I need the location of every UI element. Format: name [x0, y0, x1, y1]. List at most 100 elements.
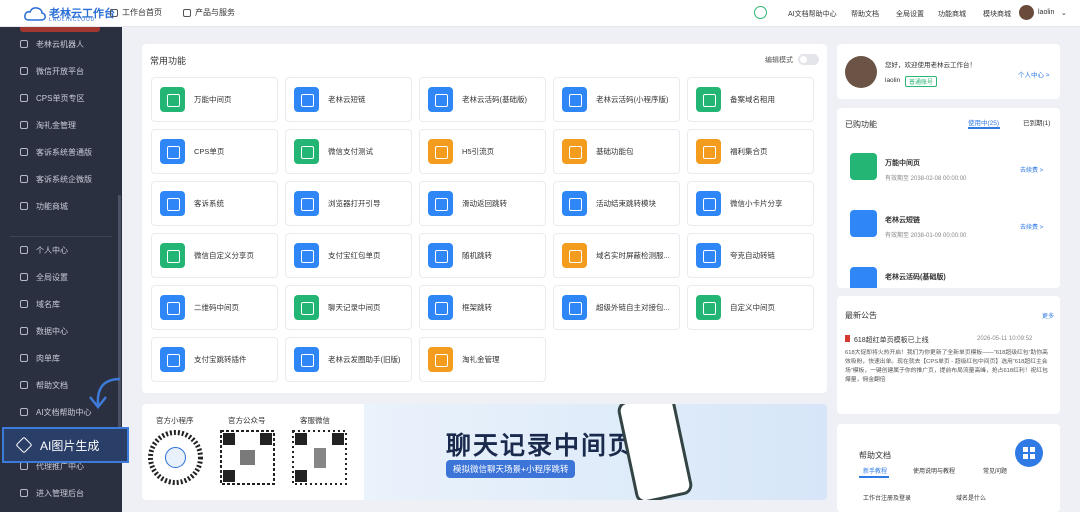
function-icon [696, 139, 721, 164]
function-label: H5引流页 [462, 147, 495, 156]
function-card[interactable]: 基础功能包 [553, 129, 680, 174]
function-card[interactable]: 备案域名租用 [687, 77, 814, 122]
sidebar-item-ai-image[interactable]: AI图片生成 [2, 427, 129, 463]
sidebar-item-label: 帮助文档 [36, 380, 68, 390]
tab-in-use[interactable]: 使用中(25) [968, 117, 999, 127]
sidebar-item[interactable]: 数据中心 [0, 318, 122, 344]
function-card[interactable]: 滑动返回跳转 [419, 181, 546, 226]
sidebar-item[interactable]: 肉单库 [0, 345, 122, 371]
function-card[interactable]: 支付宝跳转插件 [151, 337, 278, 382]
nav-help[interactable]: 帮助文档 [851, 9, 879, 19]
sidebar-item-label: 淘礼金管理 [36, 120, 76, 130]
function-card[interactable]: 二维码中间页 [151, 285, 278, 330]
function-card[interactable]: 微信支付测试 [285, 129, 412, 174]
sidebar-item[interactable]: 全局设置 [0, 264, 122, 290]
function-icon [696, 191, 721, 216]
common-functions-panel: 常用功能 编辑模式 万能中间页 老林云短链 老林云活码(基础版) 老林云活码(小程序版… [142, 44, 827, 393]
help-tab-faq[interactable]: 常见问题 [983, 466, 1007, 475]
function-card[interactable]: 淘礼金管理 [419, 337, 546, 382]
function-label: 微信自定义分享页 [194, 251, 254, 260]
function-card[interactable]: 浏览器打开引导 [285, 181, 412, 226]
phone-illustration [615, 404, 695, 500]
help-tab-usage[interactable]: 使用说明与教程 [913, 466, 955, 475]
renew-link[interactable]: 去续费 > [1020, 222, 1043, 231]
sidebar-item-icon [20, 121, 28, 129]
function-card[interactable]: 万能中间页 [151, 77, 278, 122]
function-card[interactable]: 支付宝红包单页 [285, 233, 412, 278]
sidebar-item[interactable]: 客诉系统普通版 [0, 139, 122, 165]
function-card[interactable]: 老林云活码(小程序版) [553, 77, 680, 122]
function-card[interactable]: 夸克自动转链 [687, 233, 814, 278]
sidebar-item[interactable]: 老林云机器人 [0, 31, 122, 57]
brand-logo[interactable]: 老林云工作台 LAOLINCLOUD [24, 4, 115, 24]
chevron-down-icon[interactable]: ⌄ [1061, 9, 1067, 17]
tab-expired[interactable]: 已到期(1) [1023, 117, 1050, 127]
function-card[interactable]: 微信自定义分享页 [151, 233, 278, 278]
function-label: 万能中间页 [194, 95, 232, 104]
cloud-logo-icon [24, 7, 46, 21]
section-title: 常用功能 [150, 56, 187, 66]
notice-more-link[interactable]: 更多 [1042, 311, 1054, 320]
function-label: 二维码中间页 [194, 303, 239, 312]
message-icon[interactable] [754, 6, 767, 19]
function-card[interactable]: H5引流页 [419, 129, 546, 174]
sidebar-item-label: 个人中心 [36, 245, 68, 255]
function-card[interactable]: 微信小卡片分享 [687, 181, 814, 226]
sidebar-item-label: 微信开放平台 [36, 66, 84, 76]
sidebar-item[interactable]: CPS单页专区 [0, 85, 122, 111]
help-link[interactable]: 域名是什么 [956, 493, 986, 502]
function-card[interactable]: 随机跳转 [419, 233, 546, 278]
function-card[interactable]: 自定义中间页 [687, 285, 814, 330]
sidebar-item[interactable]: 功能商城 [0, 193, 122, 219]
notice-headline[interactable]: 618超红单页模板已上线 [854, 335, 929, 345]
nav-mall[interactable]: 功能商城 [938, 9, 966, 19]
sidebar-item-label: 客诉系统企微版 [36, 174, 92, 184]
hand-drawn-arrow-icon [89, 377, 121, 410]
function-card[interactable]: 活动结束跳转模块 [553, 181, 680, 226]
function-label: 微信小卡片分享 [730, 199, 783, 208]
sidebar-item-label: 功能商城 [36, 201, 68, 211]
function-card[interactable]: 老林云发圈助手(旧版) [285, 337, 412, 382]
user-avatar[interactable] [1019, 5, 1034, 20]
function-label: 支付宝跳转插件 [194, 355, 247, 364]
sidebar-item[interactable]: 客诉系统企微版 [0, 166, 122, 192]
user-name[interactable]: laolin [1038, 9, 1054, 16]
sidebar-item-label: 全局设置 [36, 272, 68, 282]
renew-link[interactable]: 去续费 > [1020, 165, 1043, 174]
personal-center-link[interactable]: 个人中心 > [1018, 69, 1050, 79]
brand-subtitle: LAOLINCLOUD [49, 17, 96, 23]
function-card[interactable]: 客诉系统 [151, 181, 278, 226]
nav-products[interactable]: 产品与服务 [183, 7, 235, 18]
sidebar-item[interactable]: 域名库 [0, 291, 122, 317]
help-link[interactable]: 工作台注册及登录 [863, 493, 911, 502]
function-card[interactable]: CPS单页 [151, 129, 278, 174]
function-icon [428, 243, 453, 268]
function-card[interactable]: 超级外链自主对接包... [553, 285, 680, 330]
purchased-item-name: 万能中间页 [885, 160, 920, 167]
function-card[interactable]: 域名实时屏蔽检测服... [553, 233, 680, 278]
help-tab-newbie[interactable]: 新手教程 [863, 466, 887, 475]
apps-grid-icon[interactable] [1015, 439, 1043, 467]
sidebar-item[interactable]: 微信开放平台 [0, 58, 122, 84]
function-label: 超级外链自主对接包... [596, 303, 670, 312]
nav-home[interactable]: 工作台首页 [110, 7, 162, 18]
function-icon [562, 139, 587, 164]
function-icon [428, 347, 453, 372]
nav-settings[interactable]: 全局设置 [896, 9, 924, 19]
function-label: CPS单页 [194, 147, 225, 156]
sidebar-item[interactable]: 个人中心 [0, 237, 122, 263]
edit-mode-toggle[interactable] [798, 54, 819, 65]
function-card[interactable]: 老林云短链 [285, 77, 412, 122]
function-icon [294, 295, 319, 320]
function-card[interactable]: 聊天记录中间页 [285, 285, 412, 330]
function-card[interactable]: 框架跳转 [419, 285, 546, 330]
nav-ai-doc[interactable]: AI文档帮助中心 [788, 9, 837, 19]
sidebar-item[interactable]: 淘礼金管理 [0, 112, 122, 138]
function-card[interactable]: 福利集合页 [687, 129, 814, 174]
nav-module[interactable]: 模块商城 [983, 9, 1011, 19]
wrench-icon [15, 436, 33, 454]
sidebar-item[interactable]: 进入管理后台 [0, 480, 122, 506]
function-icon [294, 243, 319, 268]
promo-banner[interactable]: 聊天记录中间页 模拟微信聊天场景+小程序跳转 [364, 404, 827, 500]
function-card[interactable]: 老林云活码(基础版) [419, 77, 546, 122]
